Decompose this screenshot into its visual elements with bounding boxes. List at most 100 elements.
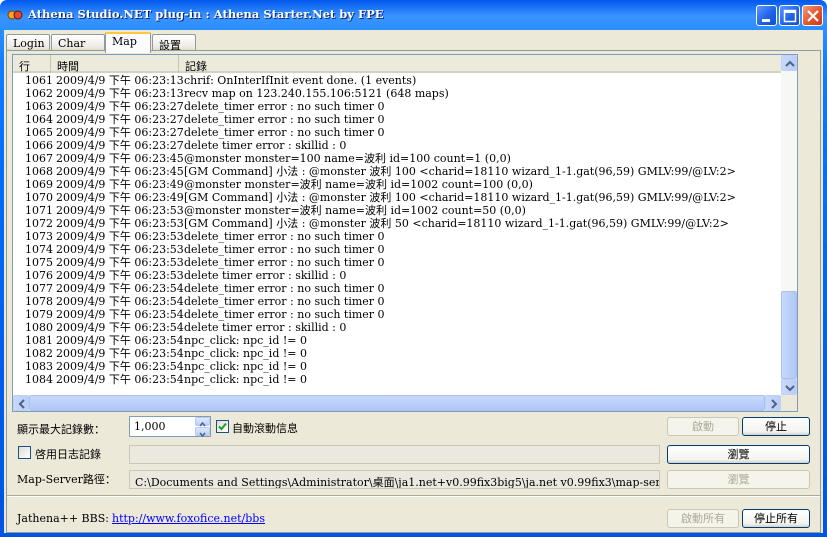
vertical-scrollbar[interactable] [781, 55, 797, 395]
table-row[interactable]: 1078 2009/4/9 下午 06:23:54 delete_timer err… [13, 295, 781, 308]
scroll-right-button[interactable] [765, 395, 781, 411]
column-header-line[interactable]: 行 [13, 55, 51, 73]
stepper-down-button[interactable] [195, 427, 210, 438]
table-row[interactable]: 1076 2009/4/9 下午 06:23:53 delete timer err… [13, 269, 781, 282]
row-time: 2009/4/9 下午 06:23:53 [56, 230, 184, 243]
max-records-stepper[interactable]: 1,000 [129, 416, 211, 438]
row-log-text: delete_timer error : no such timer 0 [184, 113, 385, 126]
tab-map[interactable]: Map [105, 32, 151, 53]
row-number: 1066 [25, 139, 53, 152]
row-log-text: recv map on 123.240.155.106:5121 (648 ma… [184, 87, 449, 100]
row-time: 2009/4/9 下午 06:23:45 [56, 152, 184, 165]
row-log-text: delete_timer error : no such timer 0 [184, 230, 385, 243]
browse-log-button[interactable]: 瀏覽 [667, 445, 810, 464]
table-row[interactable]: 1068 2009/4/9 下午 06:23:45 [GM Command] 小法 … [13, 165, 781, 178]
scroll-left-button[interactable] [13, 395, 29, 411]
row-number: 1076 [25, 269, 53, 282]
table-row[interactable]: 1082 2009/4/9 下午 06:23:54 npc_click: npc_i… [13, 347, 781, 360]
auto-scroll-checkbox[interactable] [216, 420, 229, 433]
table-row[interactable]: 1079 2009/4/9 下午 06:23:54 delete_timer err… [13, 308, 781, 321]
table-row[interactable]: 1077 2009/4/9 下午 06:23:54 delete_timer err… [13, 282, 781, 295]
horizontal-scrollbar[interactable] [13, 395, 781, 411]
stepper-buttons [195, 417, 210, 438]
row-log-text: delete timer error : skillid : 0 [184, 269, 347, 282]
minimize-button[interactable] [756, 5, 777, 26]
table-row[interactable]: 1071 2009/4/9 下午 06:23:53 @monster monster… [13, 204, 781, 217]
table-row[interactable]: 1061 2009/4/9 下午 06:23:13 chrif: OnInterIf… [13, 74, 781, 87]
column-header-log[interactable]: 記錄 [179, 55, 781, 73]
log-file-path-field[interactable] [129, 445, 660, 464]
max-records-value: 1,000 [134, 420, 166, 433]
row-time: 2009/4/9 下午 06:23:53 [56, 256, 184, 269]
table-row[interactable]: 1067 2009/4/9 下午 06:23:45 @monster monster… [13, 152, 781, 165]
enable-log-checkbox[interactable] [18, 446, 31, 459]
row-time: 2009/4/9 下午 06:23:54 [56, 334, 184, 347]
table-row[interactable]: 1074 2009/4/9 下午 06:23:53 delete_timer err… [13, 243, 781, 256]
chevron-up-icon [785, 60, 795, 67]
chevron-down-icon [785, 385, 795, 392]
table-row[interactable]: 1081 2009/4/9 下午 06:23:54 npc_click: npc_i… [13, 334, 781, 347]
scroll-down-button[interactable] [781, 379, 797, 395]
stop-all-button[interactable]: 停止所有 [742, 509, 810, 528]
row-log-text: npc_click: npc_id != 0 [184, 360, 307, 373]
stop-button[interactable]: 停止 [742, 417, 810, 436]
row-log-text: @monster monster=波利 name=波利 id=1002 coun… [184, 178, 533, 191]
row-number: 1074 [25, 243, 53, 256]
row-time: 2009/4/9 下午 06:23:45 [56, 165, 184, 178]
row-log-text: delete_timer error : no such timer 0 [184, 256, 385, 269]
horizontal-scroll-thumb[interactable] [29, 395, 765, 411]
start-all-button[interactable]: 啟動所有 [667, 509, 739, 528]
browse-map-server-button[interactable]: 瀏覽 [667, 470, 810, 489]
auto-scroll-label[interactable]: 自動滾動信息 [232, 420, 298, 436]
divider [7, 495, 820, 497]
window-client: Login Char Map 設置 行 時間 記錄 1061 2009/4/9 下… [4, 30, 823, 533]
panel-background: 行 時間 記錄 1061 2009/4/9 下午 06:23:13 chrif: O… [7, 51, 820, 532]
row-log-text: npc_click: npc_id != 0 [184, 347, 307, 360]
table-row[interactable]: 1064 2009/4/9 下午 06:23:27 delete_timer err… [13, 113, 781, 126]
row-time: 2009/4/9 下午 06:23:27 [56, 100, 184, 113]
row-time: 2009/4/9 下午 06:23:54 [56, 295, 184, 308]
close-icon [807, 10, 819, 22]
table-row[interactable]: 1072 2009/4/9 下午 06:23:53 [GM Command] 小法 … [13, 217, 781, 230]
row-number: 1067 [25, 152, 53, 165]
row-log-text: [GM Command] 小法 : @monster 波利 100 <chari… [184, 165, 736, 178]
table-row[interactable]: 1083 2009/4/9 下午 06:23:54 npc_click: npc_i… [13, 360, 781, 373]
table-row[interactable]: 1073 2009/4/9 下午 06:23:53 delete_timer err… [13, 230, 781, 243]
row-log-text: delete timer error : skillid : 0 [184, 139, 347, 152]
table-row[interactable]: 1065 2009/4/9 下午 06:23:27 delete_timer err… [13, 126, 781, 139]
table-row[interactable]: 1084 2009/4/9 下午 06:23:54 npc_click: npc_i… [13, 373, 781, 386]
row-log-text: npc_click: npc_id != 0 [184, 334, 307, 347]
table-row[interactable]: 1066 2009/4/9 下午 06:23:27 delete timer err… [13, 139, 781, 152]
table-row[interactable]: 1075 2009/4/9 下午 06:23:53 delete_timer err… [13, 256, 781, 269]
map-server-path-label: Map-Server路徑： [17, 473, 116, 486]
log-list[interactable]: 行 時間 記錄 1061 2009/4/9 下午 06:23:13 chrif: O… [12, 54, 798, 412]
table-row[interactable]: 1080 2009/4/9 下午 06:23:54 delete timer err… [13, 321, 781, 334]
start-button[interactable]: 啟動 [667, 417, 739, 436]
enable-log-label[interactable]: 啓用日志記錄 [35, 446, 101, 462]
maximize-button[interactable] [779, 5, 800, 26]
table-row[interactable]: 1069 2009/4/9 下午 06:23:49 @monster monster… [13, 178, 781, 191]
title-bar[interactable]: Athena Studio.NET plug-in : Athena Start… [0, 0, 827, 30]
bbs-label: Jathena++ BBS: [17, 512, 109, 525]
row-time: 2009/4/9 下午 06:23:53 [56, 243, 184, 256]
row-number: 1081 [25, 334, 53, 347]
bbs-link[interactable]: http://www.foxofice.net/bbs [112, 512, 265, 525]
minimize-icon [762, 19, 770, 22]
table-row[interactable]: 1063 2009/4/9 下午 06:23:27 delete_timer err… [13, 100, 781, 113]
row-number: 1080 [25, 321, 53, 334]
row-log-text: delete_timer error : no such timer 0 [184, 282, 385, 295]
map-server-path-field[interactable]: C:\Documents and Settings\Administrator\… [129, 470, 660, 489]
table-row[interactable]: 1070 2009/4/9 下午 06:23:49 [GM Command] 小法 … [13, 191, 781, 204]
row-log-text: delete_timer error : no such timer 0 [184, 100, 385, 113]
map-tab-panel: 行 時間 記錄 1061 2009/4/9 下午 06:23:13 chrif: O… [6, 50, 821, 533]
vertical-scroll-thumb[interactable] [781, 291, 797, 379]
row-number: 1073 [25, 230, 53, 243]
maximize-icon [783, 9, 797, 23]
column-header-time[interactable]: 時間 [51, 55, 179, 73]
stepper-up-button[interactable] [195, 417, 210, 427]
app-window: Athena Studio.NET plug-in : Athena Start… [0, 0, 827, 537]
app-icon [7, 10, 23, 20]
close-button[interactable] [802, 5, 823, 26]
table-row[interactable]: 1062 2009/4/9 下午 06:23:13 recv map on 123.… [13, 87, 781, 100]
scroll-up-button[interactable] [781, 55, 797, 71]
